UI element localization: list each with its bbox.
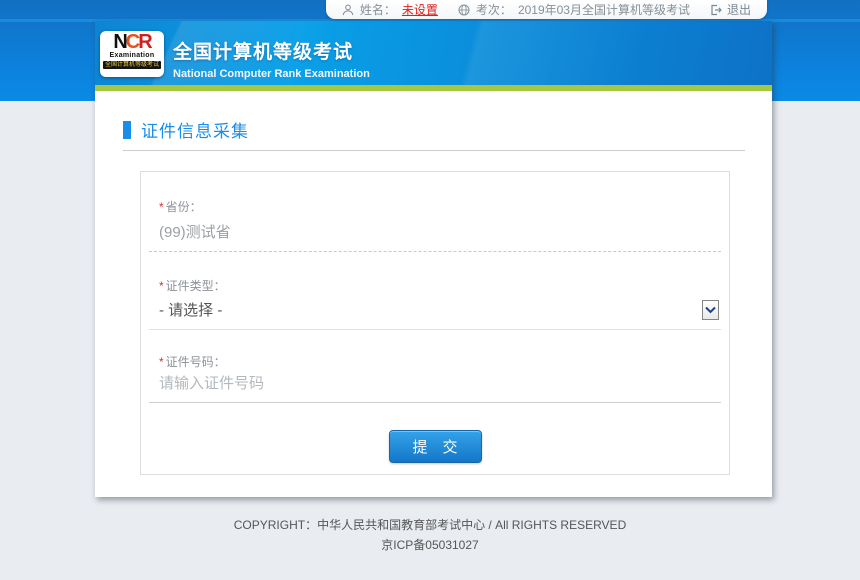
province-value: (99)测试省 <box>159 221 719 242</box>
submit-button[interactable]: 提 交 <box>389 430 482 463</box>
user-info-bar: 姓名： 未设置 考次： 2019年03月全国计算机等级考试 退出 <box>326 0 767 19</box>
session-value: 2019年03月全国计算机等级考试 <box>518 1 690 18</box>
id-type-label: *证件类型： <box>159 277 719 294</box>
required-marker: * <box>159 279 164 293</box>
site-subtitle: National Computer Rank Examination <box>173 68 370 80</box>
name-value-link[interactable]: 未设置 <box>402 1 438 18</box>
copyright-text: COPYRIGHT：中华人民共和国教育部考试中心 / All RIGHTS RE… <box>0 515 860 535</box>
site-title: 全国计算机等级考试 <box>173 37 370 64</box>
certificate-form: *省份： (99)测试省 *证件类型： - 请选择 - *证件号码： 提 交 <box>140 171 730 475</box>
logo-subtext: Examination <box>100 52 164 60</box>
logout-icon <box>710 4 722 16</box>
required-marker: * <box>159 200 164 214</box>
id-type-select-value[interactable]: - 请选择 - <box>159 299 702 320</box>
globe-icon <box>458 4 470 16</box>
logout-button[interactable]: 退出 <box>710 1 751 18</box>
id-type-field: *证件类型： - 请选择 - <box>149 277 721 330</box>
name-label: 姓名： <box>360 1 396 18</box>
logo-acronym: NCR <box>100 32 164 52</box>
chevron-down-icon <box>705 301 716 319</box>
required-marker: * <box>159 355 164 369</box>
icp-number: 京ICP备05031027 <box>0 535 860 555</box>
section-underline <box>123 150 745 151</box>
id-number-field: *证件号码： <box>149 353 721 403</box>
page-footer: COPYRIGHT：中华人民共和国教育部考试中心 / All RIGHTS RE… <box>0 515 860 555</box>
main-panel: NCR Examination 全国计算机等级考试 全国计算机等级考试 Nati… <box>95 21 772 497</box>
province-field: *省份： (99)测试省 <box>149 198 721 252</box>
ncre-logo: NCR Examination 全国计算机等级考试 <box>100 31 164 77</box>
id-number-input[interactable] <box>159 375 719 392</box>
logout-label[interactable]: 退出 <box>727 1 751 18</box>
section-bullet <box>123 121 131 139</box>
province-label: *省份： <box>159 198 719 215</box>
header-banner: NCR Examination 全国计算机等级考试 全国计算机等级考试 Nati… <box>95 21 772 85</box>
user-icon <box>342 4 354 16</box>
id-number-label: *证件号码： <box>159 353 719 370</box>
page-title: 证件信息采集 <box>141 117 249 142</box>
logo-strip-text: 全国计算机等级考试 <box>103 61 161 69</box>
id-type-select-dropdown[interactable] <box>702 300 719 320</box>
green-divider-stripe <box>95 85 772 91</box>
session-label: 考次： <box>476 1 512 18</box>
